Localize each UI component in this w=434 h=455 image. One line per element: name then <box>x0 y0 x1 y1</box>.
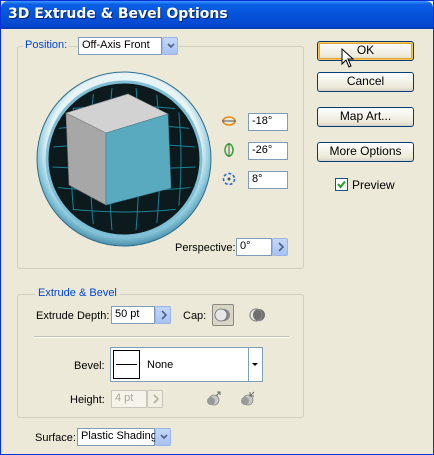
position-label: Position: <box>23 39 70 51</box>
mouse-cursor-icon <box>341 48 355 68</box>
rotate-x-axis-icon <box>222 116 236 126</box>
chevron-right-icon <box>161 310 168 320</box>
trackball-graphic <box>36 71 212 247</box>
chevron-down-icon <box>160 434 168 440</box>
cap-label: Cap: <box>183 310 207 322</box>
bevel-height-field[interactable]: 4 pt <box>111 390 147 408</box>
position-preset-select[interactable]: Off-Axis Front <box>78 37 162 55</box>
bevel-select[interactable]: None <box>110 347 249 382</box>
more-options-button[interactable]: More Options <box>317 142 414 162</box>
bevel-extent-out-icon[interactable] <box>203 389 223 409</box>
height-label: Height: <box>70 394 105 406</box>
cancel-button[interactable]: Cancel <box>317 72 414 92</box>
rotation-trackball[interactable] <box>36 71 212 247</box>
rotate-z-value: 8° <box>252 173 263 185</box>
rotate-y-axis-icon <box>224 143 234 157</box>
perspective-label: Perspective: <box>175 242 236 254</box>
rotate-z-axis-icon <box>222 172 236 186</box>
cap-on-button[interactable] <box>212 304 234 326</box>
cap-on-icon <box>214 308 230 322</box>
chevron-down-icon <box>167 43 175 49</box>
position-preset-dropdown-button[interactable] <box>162 37 178 55</box>
rotate-y-field[interactable]: -26° <box>248 142 288 160</box>
cap-off-icon[interactable] <box>249 306 267 324</box>
chevron-down-icon <box>252 363 258 366</box>
rotate-z-field[interactable]: 8° <box>248 171 288 189</box>
map-art-button[interactable]: Map Art... <box>317 107 414 127</box>
extrude-depth-value: 50 pt <box>115 308 140 320</box>
extrude-depth-field[interactable]: 50 pt <box>111 306 155 324</box>
rotate-x-value: -18° <box>252 115 273 127</box>
preview-label[interactable]: Preview <box>352 178 395 192</box>
perspective-value: 0° <box>240 240 251 252</box>
rotate-y-value: -26° <box>252 144 273 156</box>
extrude-bevel-label: Extrude & Bevel <box>35 287 120 299</box>
extrude-depth-slider-button[interactable] <box>155 306 171 324</box>
checkmark-icon <box>337 180 346 189</box>
bevel-label: Bevel: <box>74 360 105 372</box>
perspective-field[interactable]: 0° <box>236 238 272 256</box>
extrude-depth-label: Extrude Depth: <box>36 310 110 322</box>
bevel-extent-in-icon[interactable] <box>237 389 257 409</box>
chevron-right-icon <box>153 394 160 404</box>
bevel-height-value: 4 pt <box>115 392 134 404</box>
bevel-height-slider-button[interactable] <box>147 390 163 408</box>
title-bar[interactable]: 3D Extrude & Bevel Options <box>1 1 433 29</box>
surface-dropdown-button[interactable] <box>155 428 171 446</box>
dialog-window: 3D Extrude & Bevel Options Position: Off… <box>0 0 434 455</box>
ok-button[interactable]: OK <box>317 41 414 61</box>
preview-checkbox[interactable] <box>335 178 348 191</box>
surface-value: Plastic Shading <box>81 430 157 442</box>
bevel-profile-preview <box>113 350 140 379</box>
position-preset-value: Off-Axis Front <box>82 39 150 51</box>
perspective-slider-button[interactable] <box>272 238 288 256</box>
bevel-value: None <box>147 359 174 371</box>
extrude-separator <box>34 336 289 338</box>
chevron-right-icon <box>278 242 285 252</box>
dialog-title: 3D Extrude & Bevel Options <box>8 6 228 22</box>
rotate-x-field[interactable]: -18° <box>248 113 288 131</box>
surface-label: Surface: <box>35 432 76 444</box>
surface-select[interactable]: Plastic Shading <box>77 428 157 446</box>
bevel-dropdown-button[interactable] <box>249 347 263 382</box>
